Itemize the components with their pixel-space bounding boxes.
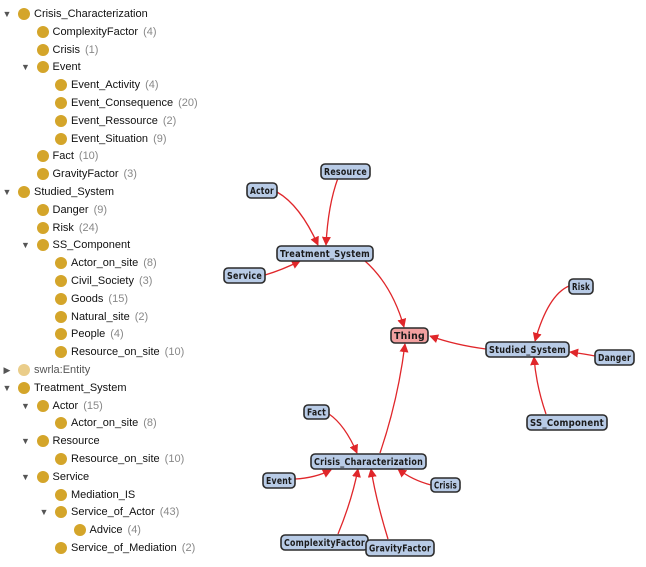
subclass-edge <box>530 356 547 415</box>
node-label: GravityFactor <box>369 544 431 555</box>
subclass-edge <box>321 177 339 246</box>
node-label: Treatment_System <box>280 249 370 260</box>
subclass-edge <box>532 285 570 342</box>
subclass-edge <box>364 260 407 328</box>
node-label: SS_Component <box>530 418 604 429</box>
subclass-edge <box>429 334 487 350</box>
node-label: Crisis <box>434 481 457 492</box>
subclass-edge <box>294 469 332 480</box>
node-label: Danger <box>598 353 631 364</box>
node-label: Service <box>227 271 262 282</box>
subclass-edge <box>379 343 409 454</box>
ontology-graph: Thing Treatment_System Actor Resource Servic… <box>223 163 635 557</box>
graph-node[interactable]: Crisis <box>430 477 461 493</box>
graph-edges <box>264 177 596 540</box>
node-label: Resource <box>324 167 367 178</box>
graph-node[interactable]: Risk <box>568 278 594 295</box>
graph-node[interactable]: Thing <box>390 327 429 344</box>
node-label: ComplexityFactor <box>284 538 365 549</box>
subclass-edge <box>397 468 432 486</box>
node-label: Actor <box>250 186 274 197</box>
subclass-edge <box>569 348 596 358</box>
node-label: Thing <box>394 331 425 342</box>
graph-node[interactable]: Studied_System <box>485 341 570 358</box>
subclass-edge <box>276 191 319 246</box>
graph-node[interactable]: Fact <box>303 404 330 420</box>
graph-node[interactable]: GravityFactor <box>365 539 435 557</box>
graph-node[interactable]: Event <box>262 472 296 489</box>
subclass-edge <box>328 413 358 454</box>
graph-node[interactable]: Treatment_System <box>276 245 374 262</box>
graph-node[interactable]: Actor <box>246 182 278 199</box>
subclass-edge <box>367 468 389 540</box>
graph-node[interactable]: SS_Component <box>526 414 608 431</box>
graph-node[interactable]: ComplexityFactor <box>280 534 369 551</box>
graph-node[interactable]: Service <box>223 267 266 284</box>
graph-node[interactable]: Danger <box>594 349 635 366</box>
graph-node[interactable]: Resource <box>320 163 371 180</box>
node-label: Event <box>266 476 292 487</box>
subclass-edge <box>264 260 301 276</box>
graph-nodes: Thing Treatment_System Actor Resource Servic… <box>223 163 635 557</box>
node-label: Fact <box>307 408 326 419</box>
node-label: Studied_System <box>489 345 566 356</box>
node-label: Risk <box>572 282 590 293</box>
graph-node[interactable]: Crisis_Characterization <box>310 453 427 470</box>
node-label: Crisis_Characterization <box>314 457 423 468</box>
subclass-edge <box>337 468 361 535</box>
